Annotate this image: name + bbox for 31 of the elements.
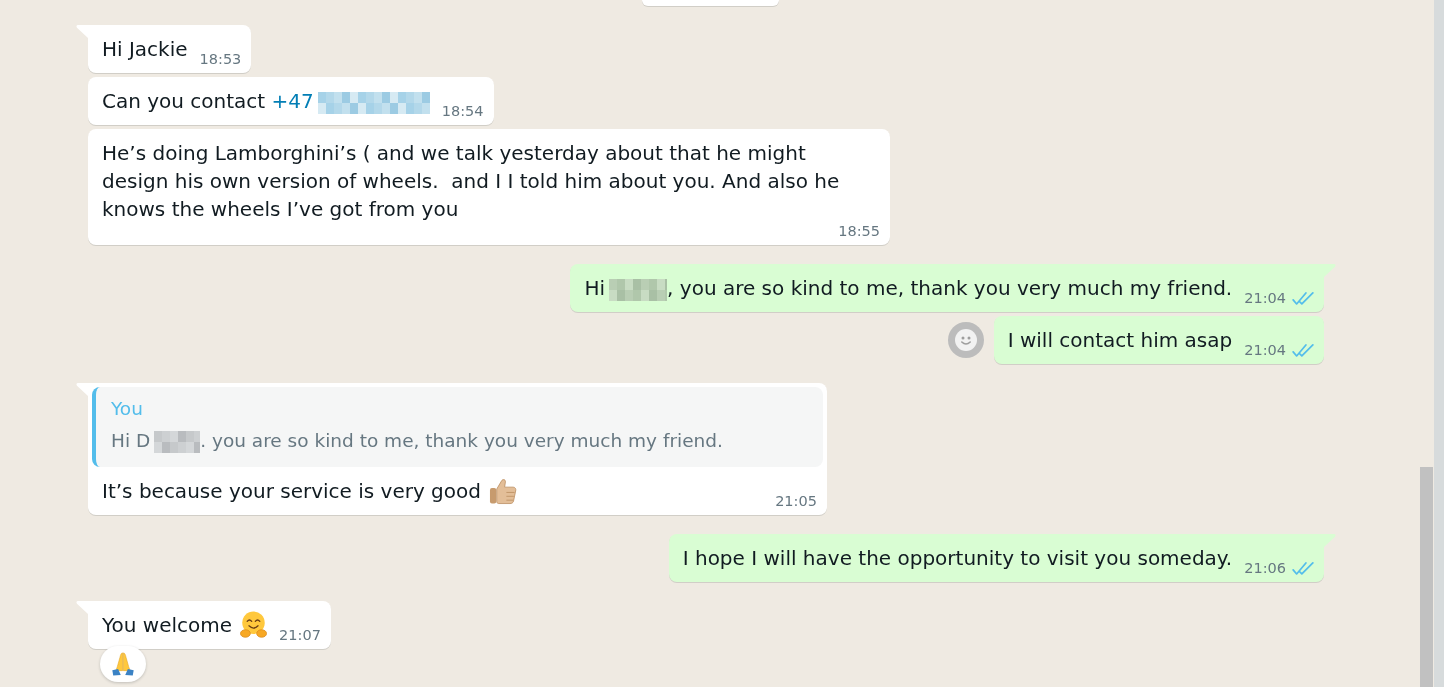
message-time: 21:06 xyxy=(1244,559,1286,577)
message-time: 21:04 xyxy=(1244,341,1286,359)
message-time: 21:05 xyxy=(775,492,817,510)
message-text: Hi xyxy=(584,276,606,300)
message-time: 18:54 xyxy=(441,102,484,120)
message-text: I hope I will have the opportunity to visit you someday. xyxy=(682,546,1233,570)
message-text: He’s doing Lamborghini’s ( and we talk yesterday about that he might design his own version of wheels. and I I told him about you. And also he knows the wheels I’ve got from you xyxy=(102,141,841,221)
message-text: It’s because your service is very good xyxy=(102,479,481,503)
hugging-face-icon xyxy=(240,611,268,638)
message-text: Can you contact xyxy=(102,89,266,113)
message-text: , you are so kind to me, thank you very much my friend. xyxy=(667,276,1233,300)
smiley-icon xyxy=(954,329,977,351)
quoted-message[interactable]: You Hi D . you are so kind to me, thank you very much my friend. xyxy=(92,387,823,467)
pixelated-redaction xyxy=(609,278,668,301)
message-text: Hi Jackie xyxy=(102,37,188,61)
message-text: You welcome xyxy=(102,613,233,637)
pixelated-redaction xyxy=(154,431,201,453)
message-text: I will contact him asap xyxy=(1007,328,1233,352)
message-time: 21:07 xyxy=(279,626,321,644)
message-time: 18:55 xyxy=(838,222,880,240)
emoji-reaction-button[interactable] xyxy=(947,322,984,358)
quoted-text: Hi D xyxy=(111,430,151,451)
message-time: 21:04 xyxy=(1244,289,1286,307)
phone-link[interactable]: +47 xyxy=(271,89,314,113)
message-time: 18:53 xyxy=(199,50,242,68)
praying-hands-icon xyxy=(111,652,135,676)
quoted-text: . you are so kind to me, thank you very much my friend. xyxy=(200,430,723,451)
scrollbar-thumb[interactable] xyxy=(1420,467,1433,687)
reaction-badge[interactable] xyxy=(100,646,146,682)
quote-author: You xyxy=(111,397,144,421)
thumbs-up-icon xyxy=(488,476,517,505)
